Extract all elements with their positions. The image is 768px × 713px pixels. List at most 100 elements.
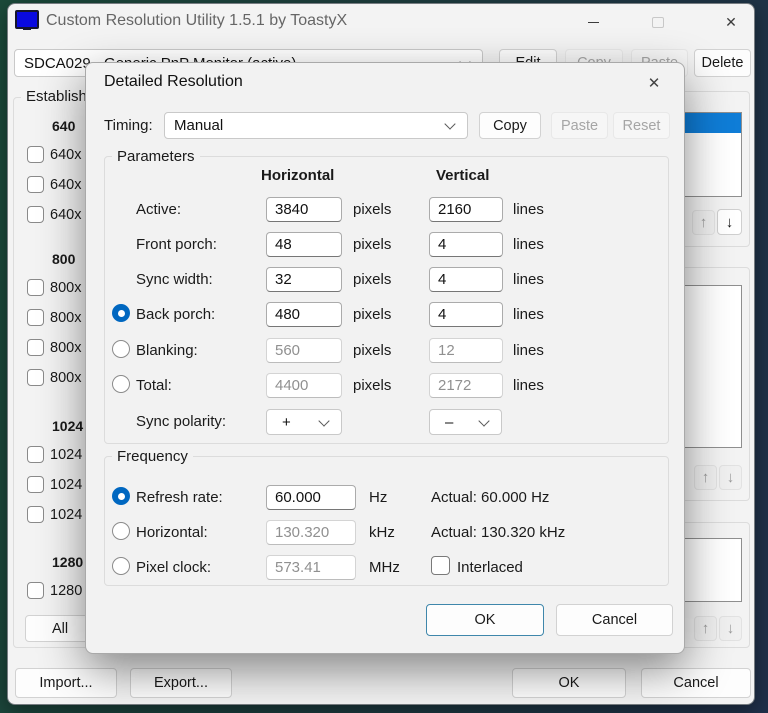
resolution-checkbox[interactable]	[27, 476, 44, 493]
pixels-unit: pixels	[353, 377, 392, 394]
close-button[interactable]: ✕	[716, 11, 746, 33]
back-porch-radio[interactable]	[112, 304, 130, 322]
back-porch-vertical-input[interactable]	[429, 302, 503, 327]
resolution-label: 800x	[50, 280, 82, 296]
down-arrow-icon: ↓	[726, 620, 735, 637]
resolution-label: 800x	[50, 370, 82, 386]
horizontal-freq-input	[266, 520, 356, 545]
front-porch-vertical-input[interactable]	[429, 232, 503, 257]
minimize-icon	[587, 21, 599, 23]
resolution-checkbox[interactable]	[27, 279, 44, 296]
minimize-button[interactable]	[578, 11, 608, 33]
established-label: Establish	[21, 88, 92, 105]
active-label: Active:	[136, 201, 182, 218]
resolution-label: 640x	[50, 147, 82, 163]
h-polarity-select[interactable]: +	[266, 409, 342, 435]
down-arrow-icon: ↓	[726, 469, 735, 486]
resolution-checkbox[interactable]	[27, 146, 44, 163]
move-down-button: ↓	[719, 465, 742, 490]
resolution-label: 1024	[50, 477, 83, 493]
sync-width-horizontal-input[interactable]	[266, 267, 342, 292]
res-group-header: 1024	[52, 418, 84, 434]
blanking-radio[interactable]	[112, 340, 130, 358]
back-porch-horizontal-input[interactable]	[266, 302, 342, 327]
resolution-checkbox[interactable]	[27, 582, 44, 599]
desktop: Custom Resolution Utility 1.5.1 by Toast…	[0, 0, 768, 713]
horizontal-column-header: Horizontal	[261, 167, 335, 184]
resolution-checkbox[interactable]	[27, 339, 44, 356]
refresh-rate-label: Refresh rate:	[136, 489, 223, 506]
res-group-header: 800	[52, 251, 76, 267]
resolution-label: 640x	[50, 207, 82, 223]
down-arrow-icon: ↓	[725, 213, 734, 231]
resolution-label: 640x	[50, 177, 82, 193]
import-button[interactable]: Import...	[15, 668, 117, 698]
resolution-label: 800x	[50, 340, 82, 356]
resolution-checkbox[interactable]	[27, 446, 44, 463]
pixels-unit: pixels	[353, 201, 392, 218]
lines-unit: lines	[513, 306, 544, 323]
res-group-header: 640	[52, 118, 76, 134]
active-horizontal-input[interactable]	[266, 197, 342, 222]
total-label: Total:	[136, 377, 172, 394]
lines-unit: lines	[513, 342, 544, 359]
delete-button[interactable]: Delete	[694, 49, 751, 77]
resolution-checkbox[interactable]	[27, 176, 44, 193]
sync-width-vertical-input[interactable]	[429, 267, 503, 292]
total-radio[interactable]	[112, 375, 130, 393]
main-ok-button[interactable]: OK	[512, 668, 626, 698]
khz-unit: kHz	[369, 524, 395, 541]
refresh-rate-input[interactable]	[266, 485, 356, 510]
lines-unit: lines	[513, 201, 544, 218]
frequency-label: Frequency	[112, 448, 193, 465]
close-icon: ✕	[725, 13, 737, 30]
up-arrow-icon: ↑	[699, 214, 708, 231]
resolution-checkbox[interactable]	[27, 506, 44, 523]
move-down-button[interactable]: ↓	[717, 209, 742, 235]
window-title: Custom Resolution Utility 1.5.1 by Toast…	[46, 12, 348, 29]
resolution-checkbox[interactable]	[27, 369, 44, 386]
interlaced-label: Interlaced	[457, 559, 523, 576]
detailed-resolution-dialog: Detailed Resolution ✕ Timing: Manual Cop…	[85, 62, 685, 654]
main-cancel-button[interactable]: Cancel	[641, 668, 751, 698]
dialog-cancel-button[interactable]: Cancel	[556, 604, 673, 636]
resolution-label: 1024	[50, 447, 83, 463]
timing-reset-button: Reset	[613, 112, 670, 139]
front-porch-horizontal-input[interactable]	[266, 232, 342, 257]
active-vertical-input[interactable]	[429, 197, 503, 222]
pixel-clock-radio[interactable]	[112, 557, 130, 575]
v-polarity-value: –	[445, 413, 454, 431]
resolution-checkbox[interactable]	[27, 206, 44, 223]
dialog-close-button[interactable]: ✕	[640, 71, 668, 95]
pixels-unit: pixels	[353, 342, 392, 359]
parameters-groupbox	[104, 156, 669, 444]
dialog-ok-button[interactable]: OK	[426, 604, 544, 636]
parameters-label: Parameters	[112, 148, 200, 165]
v-polarity-select[interactable]: –	[429, 409, 502, 435]
pixel-clock-label: Pixel clock:	[136, 559, 212, 576]
pixel-clock-input	[266, 555, 356, 580]
move-up-button: ↑	[694, 616, 717, 641]
export-button[interactable]: Export...	[130, 668, 232, 698]
move-down-button: ↓	[719, 616, 742, 641]
interlaced-checkbox[interactable]	[431, 556, 450, 575]
total-horizontal-input	[266, 373, 342, 398]
sync-polarity-label: Sync polarity:	[136, 413, 227, 430]
up-arrow-icon: ↑	[701, 620, 710, 637]
timing-copy-button[interactable]: Copy	[479, 112, 541, 139]
res-group-header: 1280	[52, 554, 84, 570]
resolution-label: 1024	[50, 507, 83, 523]
maximize-icon	[652, 16, 664, 28]
horizontal-freq-radio[interactable]	[112, 522, 130, 540]
timing-select-value: Manual	[174, 117, 224, 134]
refresh-rate-radio[interactable]	[112, 487, 130, 505]
timing-select[interactable]: Manual	[164, 112, 468, 139]
lines-unit: lines	[513, 271, 544, 288]
close-icon: ✕	[647, 75, 661, 92]
pixels-unit: pixels	[353, 306, 392, 323]
resolution-checkbox[interactable]	[27, 309, 44, 326]
chevron-down-icon	[318, 414, 330, 427]
maximize-button	[643, 11, 673, 33]
move-up-button: ↑	[694, 465, 717, 490]
h-polarity-value: +	[282, 413, 291, 431]
